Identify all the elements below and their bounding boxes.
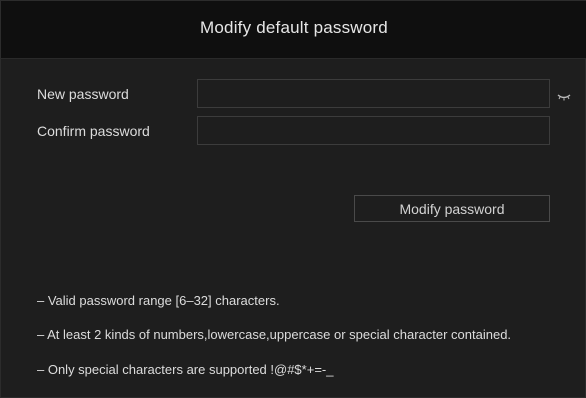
confirm-password-input[interactable] [197, 116, 550, 145]
hint-character-kinds: – At least 2 kinds of numbers,lowercase,… [37, 327, 512, 342]
confirm-password-label: Confirm password [37, 123, 150, 139]
modify-password-dialog: Modify default password New password Con… [0, 0, 586, 398]
hint-special-characters: – Only special characters are supported … [37, 362, 334, 377]
modify-password-button[interactable]: Modify password [354, 195, 550, 222]
eye-closed-icon[interactable] [557, 89, 571, 101]
hint-password-length: – Valid password range [6–32] characters… [37, 293, 280, 308]
new-password-label: New password [37, 86, 129, 102]
dialog-title: Modify default password [200, 17, 388, 37]
new-password-input[interactable] [197, 79, 550, 108]
dialog-title-bar: Modify default password [1, 1, 586, 59]
